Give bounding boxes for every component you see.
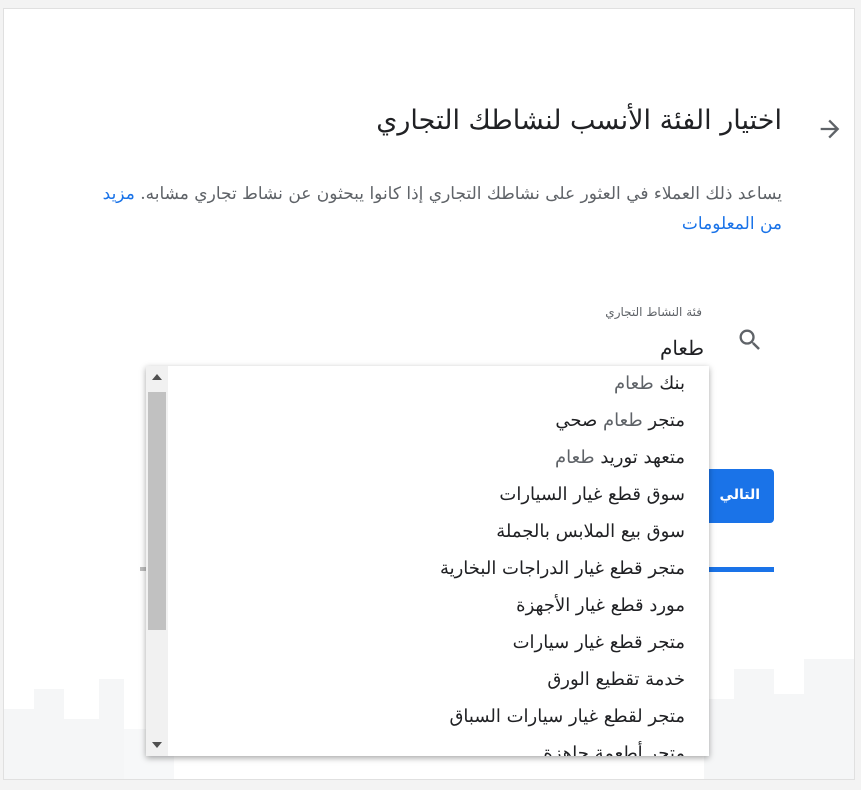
arrow-forward-icon[interactable] xyxy=(816,115,844,143)
suggestion-text-pre: متجر أطعمة جاهزة xyxy=(543,743,685,756)
scroll-up-icon[interactable] xyxy=(152,374,162,380)
suggestion-item[interactable]: سوق قطع غيار السيارات xyxy=(440,480,685,517)
suggestion-item[interactable]: متجر أطعمة جاهزة xyxy=(440,739,685,756)
suggestion-text-pre: متجر xyxy=(642,410,685,431)
suggestion-item[interactable]: متجر قطع غيار سيارات xyxy=(440,628,685,665)
category-suggestions-dropdown[interactable]: بنك طعام متجر طعام صحي متعهد توريد طعام سوق… xyxy=(146,366,709,756)
suggestion-item[interactable]: متجر قطع غيار الدراجات البخارية xyxy=(440,554,685,591)
scrollbar[interactable] xyxy=(146,366,168,756)
suggestion-text-pre: متجر قطع غيار الدراجات البخارية xyxy=(439,558,685,579)
suggestion-list: بنك طعام متجر طعام صحي متعهد توريد طعام سوق… xyxy=(440,369,685,756)
suggestion-item[interactable]: بنك طعام xyxy=(440,369,685,406)
suggestion-text-pre: متجر لقطع غيار سيارات السباق xyxy=(449,706,685,727)
search-icon xyxy=(739,329,760,350)
page-description: يساعد ذلك العملاء في العثور على نشاطك ال… xyxy=(102,179,782,239)
description-text: يساعد ذلك العملاء في العثور على نشاطك ال… xyxy=(140,184,782,204)
scrollbar-thumb[interactable] xyxy=(148,392,166,630)
suggestion-text-pre: سوق بيع الملابس بالجملة xyxy=(496,521,685,542)
suggestion-text-pre: مورد قطع غيار الأجهزة xyxy=(516,595,685,616)
suggestion-text-pre: متعهد توريد xyxy=(594,447,685,468)
suggestion-text-hl: طعام xyxy=(603,410,643,431)
category-field-label: فئة النشاط التجاري xyxy=(605,305,702,319)
suggestion-item[interactable]: متعهد توريد طعام xyxy=(440,443,685,480)
scroll-down-icon[interactable] xyxy=(152,742,162,748)
suggestion-text-pre: سوق قطع غيار السيارات xyxy=(499,484,685,505)
suggestion-item[interactable]: متجر لقطع غيار سيارات السباق xyxy=(440,702,685,739)
suggestion-text-hl: طعام xyxy=(614,373,654,394)
suggestion-item[interactable]: خدمة تقطيع الورق xyxy=(440,665,685,702)
suggestion-text-post: صحي xyxy=(555,410,603,431)
suggestion-item[interactable]: متجر طعام صحي xyxy=(440,406,685,443)
suggestion-item[interactable]: مورد قطع غيار الأجهزة xyxy=(440,591,685,628)
category-input[interactable]: طعام xyxy=(660,336,704,360)
suggestion-item[interactable]: سوق بيع الملابس بالجملة xyxy=(440,517,685,554)
suggestion-text-pre: متجر قطع غيار سيارات xyxy=(512,632,685,653)
suggestion-text-hl: طعام xyxy=(554,447,595,468)
page-title: اختيار الفئة الأنسب لنشاطك التجاري xyxy=(376,105,782,136)
suggestion-text-pre: خدمة تقطيع الورق xyxy=(547,669,685,690)
suggestion-text-pre: بنك xyxy=(653,373,685,394)
